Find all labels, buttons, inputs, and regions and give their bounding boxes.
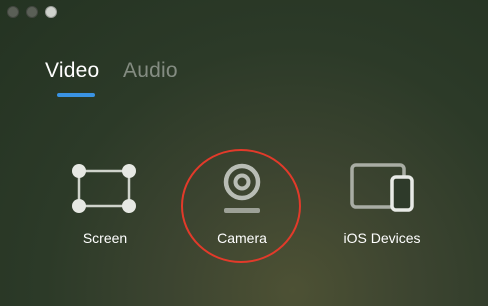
ios-devices-label: iOS Devices (343, 230, 421, 246)
tab-video[interactable]: Video (45, 59, 99, 83)
screen-source-button[interactable]: Screen (45, 155, 165, 255)
ios-devices-source-button[interactable]: iOS Devices (322, 155, 442, 255)
camera-label: Camera (217, 230, 267, 246)
ios-devices-icon (350, 163, 414, 212)
close-window-button[interactable] (7, 6, 19, 18)
minimize-window-button[interactable] (26, 6, 38, 18)
active-tab-indicator (57, 93, 95, 97)
camera-source-button[interactable]: Camera (182, 155, 302, 255)
screen-capture-icon (72, 164, 136, 213)
tab-audio[interactable]: Audio (123, 59, 178, 83)
zoom-window-button[interactable] (45, 6, 57, 18)
camera-icon (223, 163, 261, 213)
screen-label: Screen (82, 230, 128, 246)
title-bar (0, 0, 488, 24)
